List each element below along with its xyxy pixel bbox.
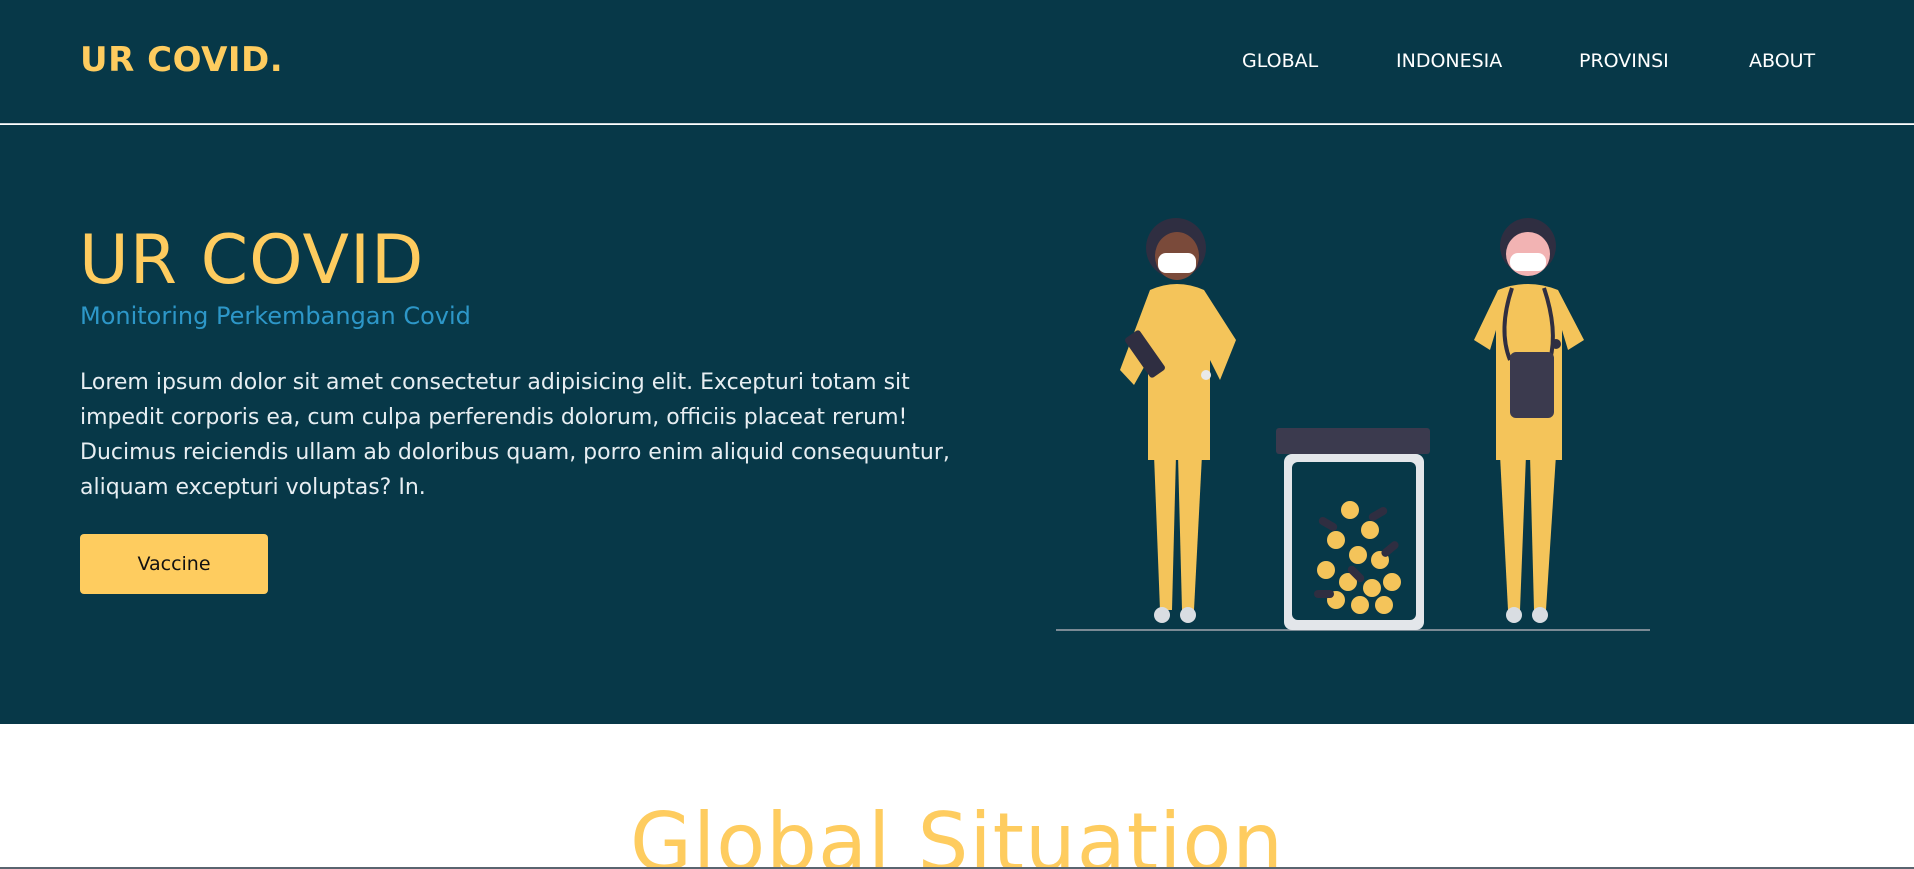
medical-staff-illustration [1056,218,1650,631]
global-situation-title: Global Situation [630,796,1284,869]
hero-section: UR COVID Monitoring Perkembangan Covid L… [0,125,1914,724]
nurse-illustration [1474,218,1584,623]
doctor-illustration [1120,218,1236,623]
hero-description: Lorem ipsum dolor sit amet consectetur a… [80,370,950,500]
site-logo[interactable]: UR COVID. [80,40,283,80]
site-header: UR COVID. GLOBAL INDONESIA PROVINSI ABOU… [0,0,1914,124]
nav-global[interactable]: GLOBAL [1242,50,1318,72]
pill-jar-illustration [1276,428,1430,630]
nav-provinsi[interactable]: PROVINSI [1579,50,1669,72]
hero-title: UR COVID [79,221,425,300]
hero-subtitle: Monitoring Perkembangan Covid [80,302,471,330]
vaccine-button[interactable]: Vaccine [80,534,268,594]
nav-indonesia[interactable]: INDONESIA [1396,50,1502,72]
nav-about[interactable]: ABOUT [1749,50,1815,72]
